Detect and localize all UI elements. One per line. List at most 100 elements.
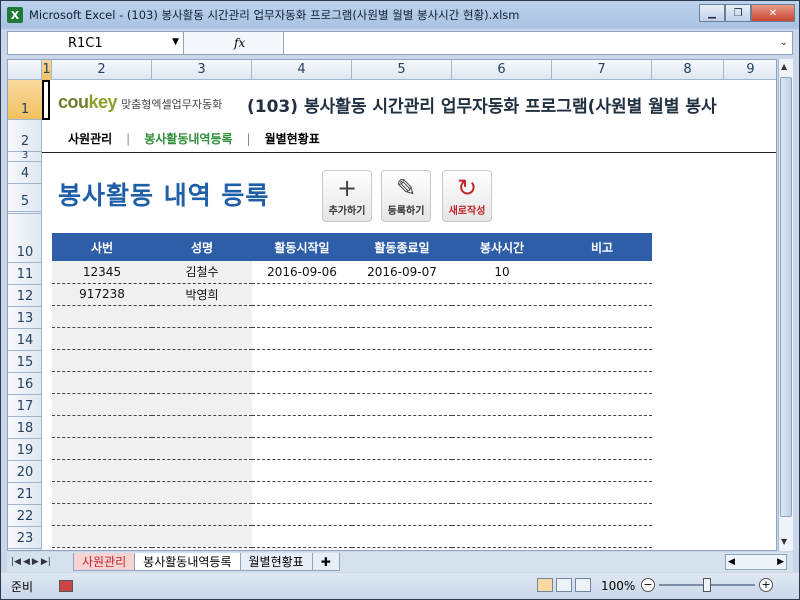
table-cell[interactable] [252,437,352,460]
table-cell[interactable] [152,415,252,438]
register-button[interactable]: ✎ 등록하기 [381,170,431,222]
table-cell[interactable]: 박영희 [152,283,252,306]
table-cell[interactable] [52,481,152,504]
active-cell-r1c1[interactable] [42,80,50,120]
tab-volunteer-register[interactable]: 봉사활동내역등록 [134,553,241,571]
table-cell[interactable] [152,327,252,350]
table-cell[interactable] [452,349,552,372]
table-cell[interactable] [52,371,152,394]
table-cell[interactable] [552,261,652,284]
table-cell[interactable] [352,393,452,416]
row-header[interactable]: 10 [8,214,42,263]
horizontal-scrollbar[interactable]: ◀ ▶ [725,554,787,570]
table-cell[interactable] [552,305,652,328]
last-sheet-icon[interactable]: ▶| [41,557,51,567]
table-cell[interactable] [452,503,552,526]
zoom-slider-thumb[interactable] [703,578,711,592]
normal-view-button[interactable] [537,578,553,592]
table-cell[interactable] [152,371,252,394]
table-cell[interactable] [152,349,252,372]
table-cell[interactable] [152,525,252,548]
table-cell[interactable] [552,349,652,372]
table-cell[interactable] [252,327,352,350]
table-cell[interactable] [252,349,352,372]
table-cell[interactable] [152,437,252,460]
select-all-corner[interactable] [8,60,42,80]
zoom-out-button[interactable]: − [641,578,655,592]
table-cell[interactable]: 2016-09-06 [252,261,352,284]
scroll-up-icon[interactable]: ▲ [781,62,787,71]
table-cell[interactable] [552,415,652,438]
scroll-right-icon[interactable]: ▶ [777,557,784,567]
first-sheet-icon[interactable]: |◀ [11,557,21,567]
table-cell[interactable] [452,283,552,306]
maximize-button[interactable]: ❐ [725,4,751,22]
scroll-thumb[interactable] [780,77,792,517]
row-header[interactable]: 20 [8,461,42,483]
table-cell[interactable] [552,503,652,526]
table-cell[interactable] [452,327,552,350]
scroll-down-icon[interactable]: ▼ [781,537,787,546]
name-box[interactable]: R1C1 ▼ [8,32,184,54]
next-sheet-icon[interactable]: ▶ [32,557,39,567]
table-cell[interactable] [352,349,452,372]
column-header[interactable]: 4 [252,60,352,80]
chevron-down-icon[interactable]: ▼ [172,37,179,47]
zoom-level[interactable]: 100% [601,579,635,593]
row-header[interactable]: 19 [8,439,42,461]
excel-app-icon[interactable]: X [7,7,23,23]
table-cell[interactable] [352,283,452,306]
row-header[interactable]: 15 [8,351,42,373]
column-header[interactable]: 3 [152,60,252,80]
insert-sheet-icon[interactable]: ✚ [311,553,340,571]
nav-link-volunteer-register[interactable]: 봉사활동내역등록 [144,130,232,147]
column-header[interactable]: 7 [552,60,652,80]
table-cell[interactable] [352,415,452,438]
table-cell[interactable] [252,525,352,548]
table-cell[interactable] [452,481,552,504]
row-header[interactable]: 22 [8,505,42,527]
macro-record-icon[interactable] [59,580,73,592]
table-cell[interactable] [452,393,552,416]
row-header[interactable]: 14 [8,329,42,351]
row-header[interactable]: 23 [8,527,42,549]
row-header[interactable]: 4 [8,162,42,184]
table-cell[interactable] [552,459,652,482]
table-cell[interactable] [452,371,552,394]
row-header[interactable]: 5 [8,184,42,214]
row-header[interactable]: 3 [8,150,42,162]
column-header[interactable]: 9 [724,60,776,80]
table-cell[interactable] [352,305,452,328]
table-cell[interactable] [52,415,152,438]
add-button[interactable]: + 추가하기 [322,170,372,222]
row-header[interactable]: 17 [8,395,42,417]
table-cell[interactable]: 김철수 [152,261,252,284]
table-cell[interactable] [252,459,352,482]
column-header[interactable]: 2 [52,60,152,80]
nav-link-monthly-status[interactable]: 월별현황표 [265,130,320,147]
table-cell[interactable] [552,393,652,416]
table-cell[interactable]: 917238 [52,283,152,306]
zoom-in-button[interactable]: + [759,578,773,592]
table-cell[interactable] [352,327,452,350]
table-cell[interactable] [152,481,252,504]
table-cell[interactable] [452,415,552,438]
table-cell[interactable] [152,305,252,328]
prev-sheet-icon[interactable]: ◀ [23,557,30,567]
table-cell[interactable] [52,459,152,482]
tab-monthly-status[interactable]: 월별현황표 [239,553,313,571]
table-cell[interactable] [352,437,452,460]
table-cell[interactable] [352,481,452,504]
table-cell[interactable] [52,349,152,372]
vertical-scrollbar[interactable]: ▲ ▼ [778,59,793,551]
row-header[interactable]: 11 [8,263,42,285]
column-header[interactable]: 6 [452,60,552,80]
table-cell[interactable] [552,437,652,460]
table-cell[interactable] [452,305,552,328]
table-cell[interactable] [252,503,352,526]
table-cell[interactable] [52,503,152,526]
table-cell[interactable] [52,305,152,328]
row-header[interactable]: 18 [8,417,42,439]
page-break-view-button[interactable] [575,578,591,592]
row-header[interactable]: 2 [8,120,42,152]
